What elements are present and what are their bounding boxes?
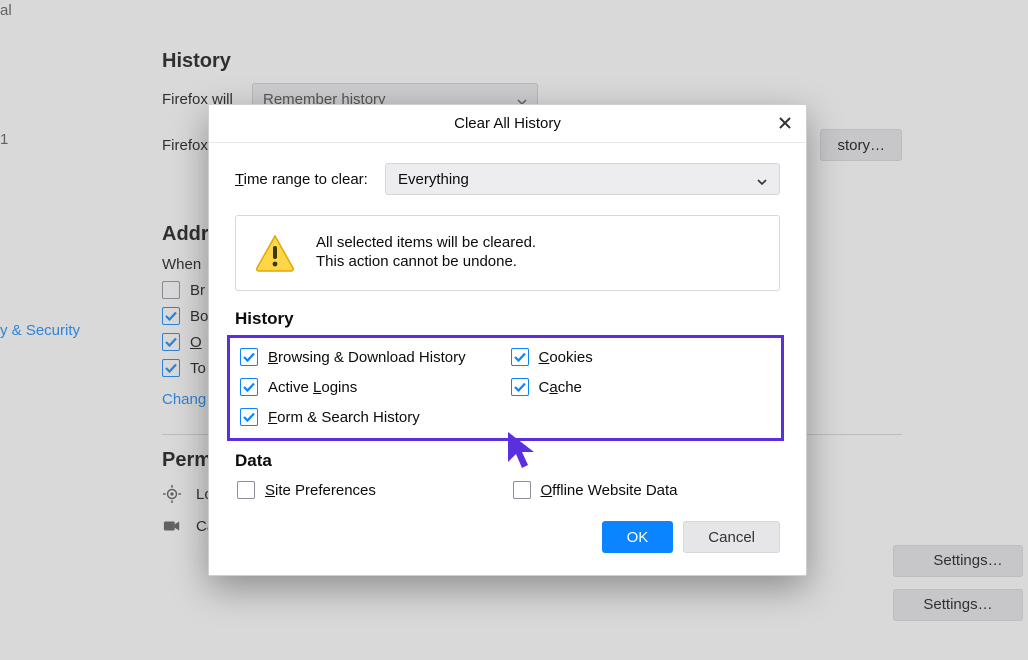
data-items-grid: Site Preferences Offline Website Data bbox=[235, 477, 780, 501]
cancel-button-label: Cancel bbox=[708, 529, 755, 546]
settings-sidebar: al 1 y & Security bbox=[0, 0, 105, 660]
checkbox-open-tabs[interactable] bbox=[162, 333, 180, 351]
warning-line1: All selected items will be cleared. bbox=[316, 234, 536, 251]
checkbox-row-site-preferences: Site Preferences bbox=[237, 481, 503, 499]
dialog-header: Clear All History bbox=[209, 105, 806, 143]
history-section-heading: History bbox=[235, 309, 780, 329]
clear-history-button-label: story… bbox=[837, 137, 885, 154]
history-items-grid: Browsing & Download History Cookies Acti… bbox=[238, 342, 773, 428]
warning-box: All selected items will be cleared. This… bbox=[235, 215, 780, 291]
data-section-heading: Data bbox=[235, 451, 780, 471]
cb-of-label: O bbox=[190, 334, 202, 351]
checkbox-active-logins[interactable] bbox=[240, 378, 258, 396]
checkbox-label: Offline Website Data bbox=[541, 482, 678, 499]
checkbox-top-sites[interactable] bbox=[162, 359, 180, 377]
time-range-label: Time range to clear: bbox=[235, 171, 373, 188]
sidebar-item-general-fragment[interactable]: al bbox=[0, 2, 105, 19]
sidebar-item-label: y & Security bbox=[0, 322, 80, 339]
checkbox-offline-website-data[interactable] bbox=[513, 481, 531, 499]
change-preferences-label: Chang bbox=[162, 391, 206, 408]
checkbox-label: Cache bbox=[539, 379, 582, 396]
dialog-footer: OK Cancel bbox=[209, 517, 806, 575]
cb-to-label: To bbox=[190, 360, 206, 377]
history-heading: History bbox=[162, 50, 902, 73]
ok-button-label: OK bbox=[627, 529, 649, 546]
close-button[interactable] bbox=[774, 113, 796, 135]
time-range-value: Everything bbox=[398, 171, 469, 188]
checkbox-row-offline-data: Offline Website Data bbox=[513, 481, 779, 499]
ok-button[interactable]: OK bbox=[602, 521, 674, 553]
checkbox-row-form-search: Form & Search History bbox=[240, 408, 501, 426]
sidebar-item-unknown-fragment[interactable]: 1 bbox=[0, 131, 105, 148]
camera-icon bbox=[162, 516, 182, 536]
warning-text: All selected items will be cleared. This… bbox=[316, 234, 536, 272]
settings-button-label: Settings… bbox=[923, 596, 992, 613]
settings-button-location[interactable]: Settings… bbox=[893, 545, 1023, 577]
checkbox-row-active-logins: Active Logins bbox=[240, 378, 501, 396]
checkbox-label: Form & Search History bbox=[268, 409, 420, 426]
checkbox-browsing-history[interactable] bbox=[162, 281, 180, 299]
checkbox-cookies[interactable] bbox=[511, 348, 529, 366]
checkbox-label: Active Logins bbox=[268, 379, 357, 396]
close-icon bbox=[778, 115, 792, 133]
chevron-down-icon bbox=[757, 174, 767, 184]
dialog-body: Time range to clear: Everything All sele… bbox=[209, 143, 806, 517]
checkbox-row-cache: Cache bbox=[511, 378, 772, 396]
settings-button-camera[interactable]: Settings… bbox=[893, 589, 1023, 621]
cb-bo-label: Bo bbox=[190, 308, 208, 325]
checkbox-label: Cookies bbox=[539, 349, 593, 366]
checkbox-site-preferences[interactable] bbox=[237, 481, 255, 499]
dialog-title: Clear All History bbox=[454, 115, 561, 132]
checkbox-cache[interactable] bbox=[511, 378, 529, 396]
checkbox-label: Site Preferences bbox=[265, 482, 376, 499]
checkbox-row-browsing-history: Browsing & Download History bbox=[240, 348, 501, 366]
clear-history-dialog: Clear All History Time range to clear: E… bbox=[208, 104, 807, 576]
time-range-row: Time range to clear: Everything bbox=[235, 163, 780, 195]
sidebar-item-privacy-security[interactable]: y & Security bbox=[0, 318, 105, 343]
settings-button-label: Settings… bbox=[913, 552, 1002, 569]
warning-icon bbox=[254, 232, 296, 274]
annotation-highlight-box: Browsing & Download History Cookies Acti… bbox=[227, 335, 784, 441]
checkbox-form-search-history[interactable] bbox=[240, 408, 258, 426]
checkbox-browsing-download-history[interactable] bbox=[240, 348, 258, 366]
settings-buttons-col: Settings… Settings… bbox=[893, 545, 1028, 633]
warning-line2: This action cannot be undone. bbox=[316, 253, 536, 270]
checkbox-label: Browsing & Download History bbox=[268, 349, 466, 366]
firefox-will-text2: Firefox bbox=[162, 137, 208, 154]
checkbox-row-cookies: Cookies bbox=[511, 348, 772, 366]
checkbox-bookmarks[interactable] bbox=[162, 307, 180, 325]
clear-history-button-bg[interactable]: story… bbox=[820, 129, 902, 161]
cancel-button[interactable]: Cancel bbox=[683, 521, 780, 553]
chevron-down-icon bbox=[517, 94, 527, 104]
location-icon bbox=[162, 484, 182, 504]
time-range-select[interactable]: Everything bbox=[385, 163, 780, 195]
cb-br-label: Br bbox=[190, 282, 205, 299]
